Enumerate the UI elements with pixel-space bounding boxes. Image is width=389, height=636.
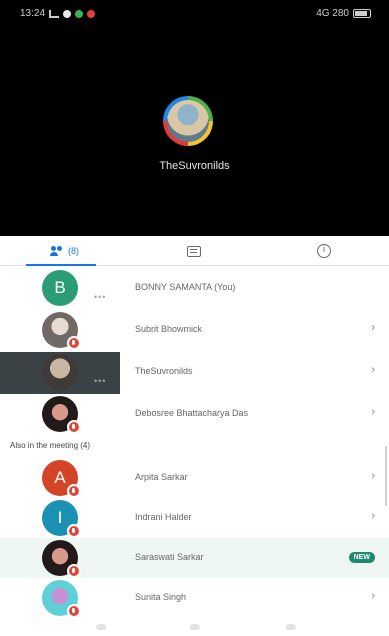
people-count: (8) bbox=[68, 246, 79, 256]
participant-name: Saraswati Sarkar bbox=[135, 552, 204, 562]
battery-icon bbox=[353, 9, 371, 18]
active-tab-indicator bbox=[26, 264, 96, 266]
chevron-right-icon[interactable]: › bbox=[371, 364, 375, 376]
tab-chat[interactable] bbox=[129, 236, 259, 266]
system-nav-bar bbox=[0, 619, 389, 636]
participant-name: BONNY SAMANTA (You) bbox=[135, 282, 236, 292]
video-stage: 13:24 4G 280 TheSuvronilds bbox=[0, 0, 389, 236]
avatar bbox=[42, 354, 78, 390]
network-indicator: 4G 280 bbox=[316, 8, 349, 19]
host-name: TheSuvronilds bbox=[159, 160, 230, 172]
host-avatar bbox=[163, 96, 213, 146]
people-icon bbox=[50, 246, 64, 256]
section-header: Also in the meeting (4) bbox=[0, 436, 389, 456]
scrollbar[interactable] bbox=[385, 446, 387, 506]
speaking-dots-icon: ••• bbox=[94, 292, 107, 302]
nav-recents-button[interactable] bbox=[286, 624, 296, 630]
new-badge: NEW bbox=[348, 552, 375, 563]
mic-off-icon bbox=[67, 524, 81, 538]
youtube-notification-icon bbox=[87, 9, 96, 18]
nav-home-button[interactable] bbox=[190, 624, 200, 630]
participant-row[interactable]: Subrit Bhowmick › bbox=[0, 310, 389, 352]
participant-name: TheSuvronilds bbox=[135, 366, 193, 376]
mic-off-icon bbox=[67, 420, 81, 434]
tab-people[interactable]: (8) bbox=[0, 236, 129, 266]
app-notification-icon bbox=[75, 9, 84, 18]
status-bar: 13:24 4G 280 bbox=[0, 0, 389, 28]
chevron-right-icon[interactable]: › bbox=[371, 406, 375, 418]
chevron-right-icon[interactable]: › bbox=[371, 470, 375, 482]
participant-row[interactable]: I Indrani Halder › bbox=[0, 498, 389, 540]
participant-name: Indrani Halder bbox=[135, 512, 192, 522]
chevron-right-icon[interactable]: › bbox=[371, 510, 375, 522]
participant-name: Debosree Bhattacharya Das bbox=[135, 408, 249, 418]
mic-off-icon bbox=[67, 484, 81, 498]
tab-info[interactable]: i bbox=[259, 236, 389, 266]
tab-bar: (8) i bbox=[0, 236, 389, 266]
chevron-right-icon[interactable]: › bbox=[371, 322, 375, 334]
status-time: 13:24 bbox=[20, 8, 46, 19]
mic-off-icon bbox=[67, 604, 81, 618]
participant-row[interactable]: A Arpita Sarkar › bbox=[0, 458, 389, 500]
mic-off-icon bbox=[67, 564, 81, 578]
participant-name: Arpita Sarkar bbox=[135, 472, 188, 482]
participant-row[interactable]: Debosree Bhattacharya Das › bbox=[0, 394, 389, 436]
section-title: Also in the meeting (4) bbox=[10, 441, 91, 450]
participant-row[interactable]: ••• TheSuvronilds › bbox=[0, 352, 389, 394]
avatar: B bbox=[42, 270, 78, 306]
participant-name: Sunita Singh bbox=[135, 592, 187, 602]
chat-icon bbox=[187, 245, 201, 257]
whatsapp-notification-icon bbox=[63, 9, 72, 18]
participant-name: Subrit Bhowmick bbox=[135, 324, 203, 334]
chevron-right-icon[interactable]: › bbox=[371, 590, 375, 602]
info-icon: i bbox=[317, 244, 331, 258]
mic-off-icon bbox=[67, 336, 81, 350]
signal-icon bbox=[49, 9, 60, 18]
participant-row[interactable]: Sunita Singh › bbox=[0, 578, 389, 620]
participant-row[interactable]: B ••• BONNY SAMANTA (You) bbox=[0, 268, 389, 310]
participant-row[interactable]: Saraswati Sarkar NEW bbox=[0, 538, 389, 580]
nav-back-button[interactable] bbox=[96, 624, 106, 630]
speaking-dots-icon: ••• bbox=[94, 376, 107, 386]
